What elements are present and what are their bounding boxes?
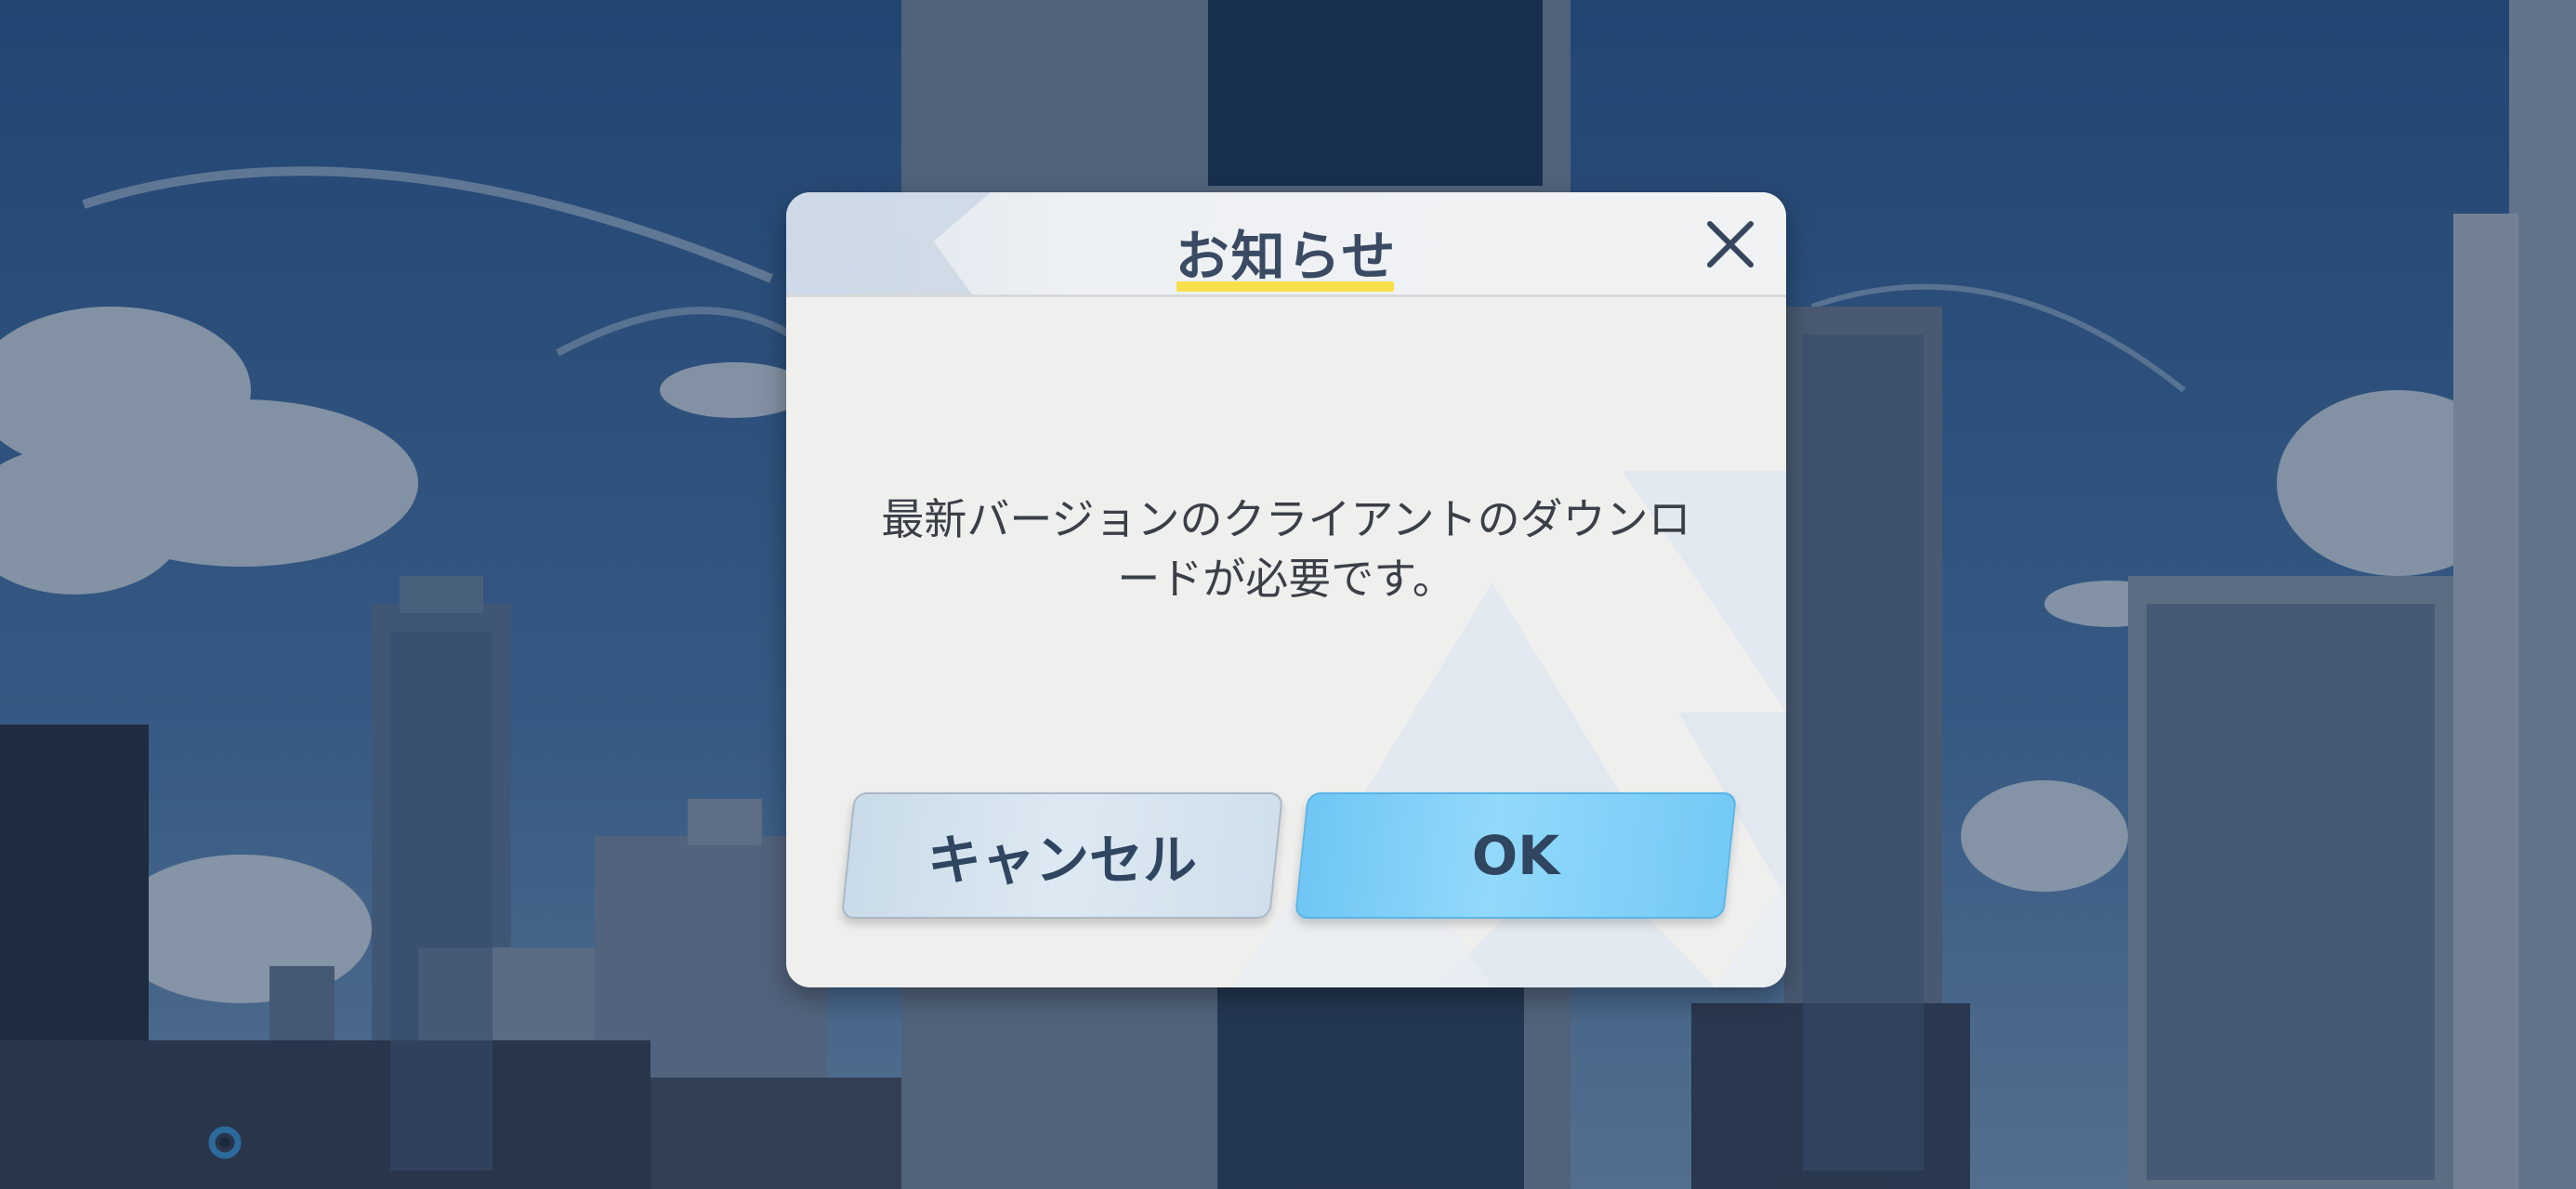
dialog-header: お知らせ — [786, 192, 1786, 297]
message-line-2: ードが必要です。 — [1117, 554, 1455, 604]
ok-button[interactable]: OK — [1294, 792, 1738, 919]
message-line-1: 最新バージョンのクライアントのダウンロ — [881, 494, 1691, 544]
cancel-button[interactable]: キャンセル — [840, 792, 1284, 919]
dialog-message: 最新バージョンのクライアントのダウンロ ードが必要です。 — [823, 490, 1749, 608]
loading-ring-icon — [204, 1122, 245, 1163]
dialog-title: お知らせ — [1175, 225, 1398, 288]
title-underline — [1176, 281, 1394, 292]
close-button[interactable] — [1701, 215, 1760, 274]
cancel-button-label: キャンセル — [927, 829, 1197, 892]
close-icon — [1707, 221, 1754, 268]
ok-button-label: OK — [1471, 824, 1560, 887]
notice-dialog: お知らせ 最新バージョンのクライアントのダウンロ ードが必要です。 キャンセル … — [786, 192, 1786, 987]
